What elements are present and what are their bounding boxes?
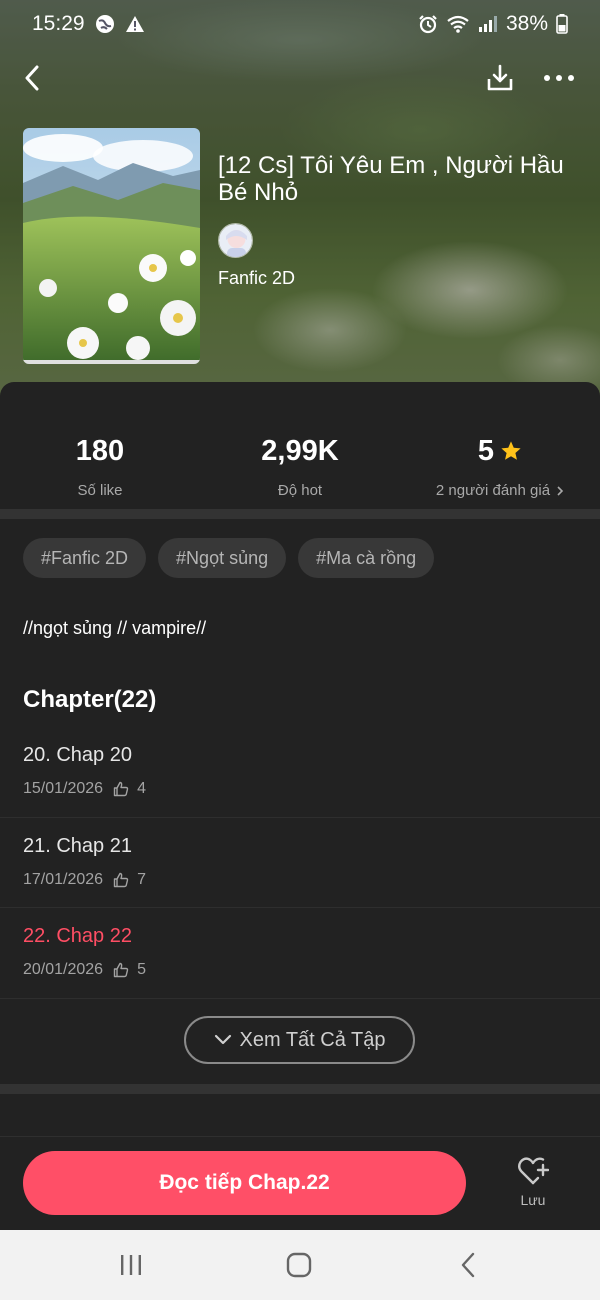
globe-icon bbox=[95, 14, 115, 34]
save-button[interactable]: Lưu bbox=[503, 1156, 563, 1218]
likes-value: 180 bbox=[75, 434, 125, 467]
tag-chip[interactable]: #Ma cà rồng bbox=[298, 538, 435, 578]
author-avatar[interactable] bbox=[218, 223, 253, 258]
bottom-bar-divider bbox=[0, 1136, 600, 1137]
see-all-label: Xem Tất Cả Tập bbox=[239, 1028, 386, 1051]
top-nav bbox=[0, 56, 600, 100]
hot-value: 2,99K bbox=[261, 434, 339, 467]
chapter-name: 20. Chap 20 bbox=[23, 744, 132, 766]
recent-apps-button[interactable] bbox=[106, 1248, 156, 1282]
system-nav-bar bbox=[0, 1230, 600, 1300]
book-cover bbox=[23, 128, 200, 364]
section-divider bbox=[0, 1084, 600, 1094]
status-bar: 15:29 38% bbox=[0, 0, 600, 48]
book-description: //ngọt sủng // vampire// bbox=[23, 618, 207, 638]
see-all-chapters-button[interactable]: Xem Tất Cả Tập bbox=[184, 1016, 415, 1064]
stats-row: 180 Số like 2,99K Độ hot 5 2 người đánh … bbox=[0, 382, 600, 509]
chapter-date: 17/01/2026 bbox=[23, 871, 104, 888]
chapter-name: 21. Chap 21 bbox=[23, 835, 132, 857]
home-icon bbox=[286, 1252, 312, 1278]
book-category[interactable]: Fanfic 2D bbox=[218, 268, 295, 289]
battery-icon bbox=[556, 14, 568, 34]
battery-percent: 38% bbox=[505, 12, 548, 35]
chapter-date: 20/01/2026 bbox=[23, 961, 104, 978]
home-button[interactable] bbox=[274, 1248, 324, 1282]
system-back-button[interactable] bbox=[443, 1248, 493, 1282]
chapter-name: 22. Chap 22 bbox=[23, 925, 132, 947]
tag-list: #Fanfic 2D #Ngọt sủng #Ma cà rồng bbox=[23, 538, 435, 578]
thumbs-up-icon bbox=[113, 872, 129, 888]
status-time: 15:29 bbox=[32, 12, 85, 35]
stat-hot: 2,99K Độ hot bbox=[200, 434, 400, 500]
recents-icon bbox=[121, 1255, 141, 1275]
stat-likes: 180 Số like bbox=[0, 434, 200, 500]
chapter-likes: 4 bbox=[137, 780, 146, 797]
rating-value: 5 bbox=[477, 434, 495, 467]
tag-chip[interactable]: #Ngọt sủng bbox=[158, 538, 287, 578]
chevron-right-icon bbox=[557, 485, 564, 496]
book-title: [12 Cs] Tôi Yêu Em , Người Hầu Bé Nhỏ bbox=[218, 152, 564, 206]
back-button[interactable] bbox=[10, 56, 54, 100]
chapter-item[interactable]: 20. Chap 20 15/01/2026 4 bbox=[0, 744, 600, 834]
save-label: Lưu bbox=[520, 1192, 546, 1208]
chapter-divider bbox=[0, 817, 600, 818]
chapter-divider bbox=[0, 998, 600, 999]
detail-panel: 180 Số like 2,99K Độ hot 5 2 người đánh … bbox=[0, 382, 600, 1230]
wifi-icon bbox=[446, 14, 470, 34]
thumbs-up-icon bbox=[113, 962, 129, 978]
continue-reading-button[interactable]: Đọc tiếp Chap.22 bbox=[23, 1151, 466, 1215]
download-button[interactable] bbox=[478, 56, 522, 100]
alarm-icon bbox=[418, 14, 438, 34]
section-divider bbox=[0, 509, 600, 519]
back-icon bbox=[461, 1252, 475, 1278]
more-dots-icon bbox=[544, 75, 574, 81]
chevron-left-icon bbox=[25, 65, 39, 91]
chapter-likes: 5 bbox=[137, 961, 146, 978]
thumbs-up-icon bbox=[113, 781, 129, 797]
stat-rating[interactable]: 5 2 người đánh giá bbox=[400, 434, 600, 499]
chapters-heading: Chapter(22) bbox=[23, 686, 157, 713]
chapter-item[interactable]: 21. Chap 21 17/01/2026 7 bbox=[0, 835, 600, 925]
chapter-divider bbox=[0, 907, 600, 908]
warning-icon bbox=[125, 15, 145, 33]
likes-label: Số like bbox=[77, 482, 123, 499]
tag-chip[interactable]: #Fanfic 2D bbox=[23, 538, 147, 578]
chapter-likes: 7 bbox=[137, 871, 146, 888]
rating-label: 2 người đánh giá bbox=[435, 482, 551, 499]
star-icon bbox=[501, 441, 521, 460]
more-button[interactable] bbox=[537, 56, 581, 100]
heart-plus-icon bbox=[518, 1157, 549, 1185]
chevron-down-icon bbox=[214, 1034, 231, 1045]
download-icon bbox=[487, 64, 513, 91]
chapter-item-current[interactable]: 22. Chap 22 20/01/2026 5 bbox=[0, 925, 600, 1015]
signal-icon bbox=[478, 15, 498, 33]
hot-label: Độ hot bbox=[277, 482, 323, 499]
chapter-date: 15/01/2026 bbox=[23, 780, 104, 797]
